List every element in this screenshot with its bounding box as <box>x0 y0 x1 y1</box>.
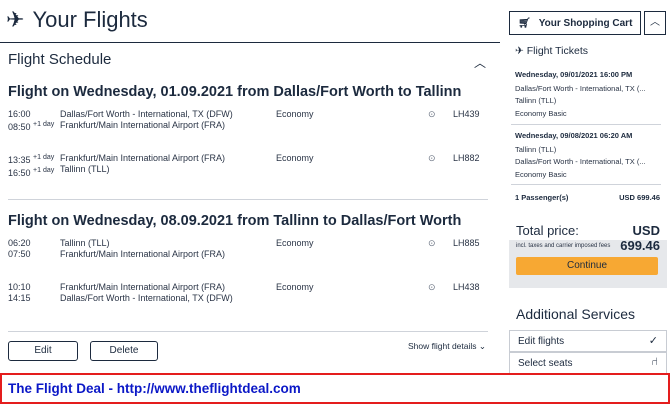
edit-button[interactable]: Edit <box>8 341 78 361</box>
page-header: ✈ Your Flights <box>0 0 500 40</box>
check-circle-icon: ⊙ <box>428 238 436 248</box>
cart-divider <box>511 124 661 125</box>
flight-number: LH885 <box>453 238 480 248</box>
section-divider <box>8 331 488 332</box>
show-details-link[interactable]: Show flight details ⌄ <box>408 341 486 352</box>
cart-title: Your Shopping Cart <box>538 17 633 29</box>
to-airport: Dallas/Fort Worth - International, TX (D… <box>60 292 233 303</box>
banner-text[interactable]: The Flight Deal - http://www.theflightde… <box>8 381 301 396</box>
header-divider <box>0 42 500 43</box>
inbound-title: Flight on Wednesday, 08.09.2021 from Tal… <box>8 213 462 229</box>
flights-panel: ✈ Your Flights <box>0 0 500 40</box>
chevron-down-icon: ⌄ <box>478 341 487 351</box>
inbound-fare: Economy Basic <box>515 170 567 179</box>
day-offset: +1 day <box>33 154 55 161</box>
day-offset: +1 day <box>33 166 55 174</box>
edit-flights-label: Edit flights <box>518 336 565 347</box>
cabin-class: Economy <box>276 238 314 248</box>
outbound-from: Dallas/Fort Worth - International, TX (.… <box>515 84 646 93</box>
delete-button[interactable]: Delete <box>90 341 158 361</box>
to-airport: Tallinn (TLL) <box>60 163 110 174</box>
to-airport: Frankfurt/Main International Airport (FR… <box>60 119 226 130</box>
passenger-count: 1 Passenger(s) <box>515 193 569 202</box>
show-details-label: Show flight details <box>408 341 477 351</box>
cart-divider <box>511 184 661 185</box>
seat-icon: ⑁ <box>651 356 658 368</box>
from-airport: Frankfurt/Main International Airport (FR… <box>60 153 226 163</box>
check-circle-icon: ⊙ <box>428 153 436 163</box>
edit-flights-item[interactable]: Edit flights ✓ <box>509 330 667 352</box>
arr-time: 08:50 <box>8 121 31 132</box>
cart-collapse-button[interactable]: ︿ <box>644 11 666 35</box>
arr-time: 07:50 <box>8 248 31 259</box>
inbound-date: Wednesday, 09/08/2021 06:20 AM <box>515 131 633 140</box>
check-circle-icon: ⊙ <box>428 109 436 119</box>
schedule-title: Flight Schedule <box>8 50 112 68</box>
outbound-to: Tallinn (TLL) <box>515 96 557 105</box>
to-airport: Frankfurt/Main International Airport (FR… <box>60 248 226 259</box>
continue-button[interactable]: Continue <box>516 257 658 275</box>
select-seats-label: Select seats <box>518 358 573 369</box>
inbound-from: Tallinn (TLL) <box>515 145 557 154</box>
chevron-up-icon[interactable]: ︿ <box>474 54 486 71</box>
outbound-fare: Economy Basic <box>515 109 567 118</box>
check-circle-icon: ⊙ <box>428 282 436 292</box>
dep-time: 13:35 <box>8 155 31 165</box>
page-title: Your Flights <box>32 7 148 32</box>
shopping-cart-header[interactable]: 🛒︎ Your Shopping Cart <box>509 11 641 35</box>
from-airport: Tallinn (TLL) <box>60 238 110 248</box>
flight-number: LH882 <box>453 153 480 163</box>
total-label: Total price: <box>516 223 579 238</box>
day-offset: +1 day <box>33 120 55 128</box>
airplane-icon: ✈ <box>6 7 25 32</box>
select-seats-item[interactable]: Select seats ⑁ <box>509 352 667 374</box>
chevron-up-icon: ︿ <box>650 17 660 28</box>
arr-time: 16:50 <box>8 167 31 178</box>
flight-tickets-title: ✈ Flight Tickets <box>515 45 589 57</box>
airplane-icon: ✈ <box>515 45 524 57</box>
section-divider <box>8 199 488 200</box>
dep-time: 16:00 <box>8 109 31 119</box>
from-airport: Frankfurt/Main International Airport (FR… <box>60 282 226 292</box>
passenger-price: USD 699.46 <box>619 193 660 202</box>
promo-banner: The Flight Deal - http://www.theflightde… <box>0 373 670 404</box>
checkmark-icon: ✓ <box>648 335 658 347</box>
outbound-date: Wednesday, 09/01/2021 16:00 PM <box>515 70 633 79</box>
cabin-class: Economy <box>276 282 314 292</box>
outbound-title: Flight on Wednesday, 01.09.2021 from Dal… <box>8 84 462 100</box>
additional-services-title: Additional Services <box>516 306 636 322</box>
flight-number: LH438 <box>453 282 480 292</box>
dep-time: 10:10 <box>8 282 31 292</box>
cart-icon: 🛒︎ <box>518 17 531 29</box>
inbound-to: Dallas/Fort Worth - International, TX (.… <box>515 157 646 166</box>
cabin-class: Economy <box>276 109 314 119</box>
cabin-class: Economy <box>276 153 314 163</box>
from-airport: Dallas/Fort Worth - International, TX (D… <box>60 109 233 119</box>
total-note: incl. taxes and carrier imposed fees <box>516 243 611 249</box>
dep-time: 06:20 <box>8 238 31 248</box>
arr-time: 14:15 <box>8 292 31 303</box>
flight-number: LH439 <box>453 109 480 119</box>
